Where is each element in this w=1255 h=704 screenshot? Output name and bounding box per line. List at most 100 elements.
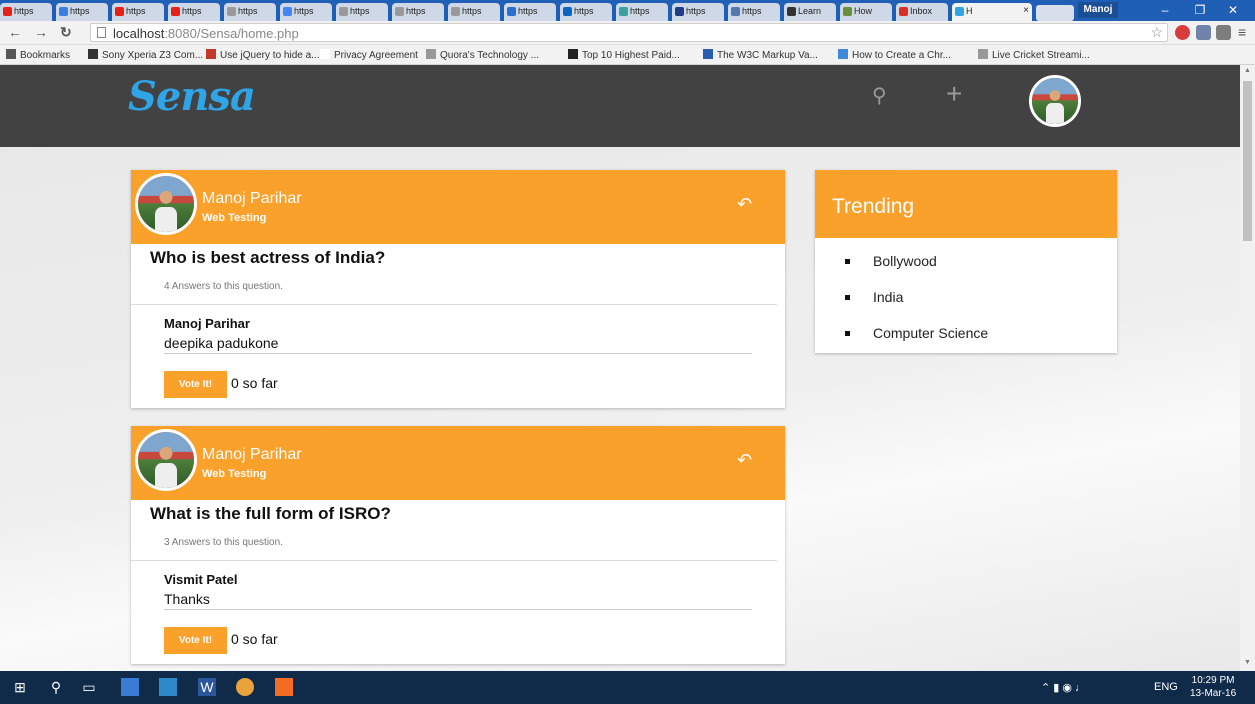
cs-icon bbox=[206, 49, 216, 59]
close-window-icon[interactable]: ✕ bbox=[1218, 2, 1248, 18]
browser-tab[interactable]: H × bbox=[952, 3, 1032, 21]
scrollbar-thumb[interactable] bbox=[1243, 81, 1252, 241]
sensa-logo[interactable]: Sensa bbox=[128, 73, 256, 120]
bookmark-item[interactable]: Sony Xperia Z3 Com... bbox=[88, 49, 203, 61]
vote-button[interactable]: Vote It! bbox=[164, 627, 227, 654]
minimize-icon[interactable]: – bbox=[1150, 2, 1180, 18]
vote-button[interactable]: Vote It! bbox=[164, 371, 227, 398]
google-icon bbox=[283, 7, 292, 16]
browser-tab[interactable]: https bbox=[504, 3, 556, 21]
tab-label: https bbox=[574, 6, 594, 16]
close-tab-icon[interactable]: × bbox=[1023, 5, 1029, 16]
scroll-down-icon[interactable]: ▼ bbox=[1244, 659, 1251, 666]
topic-label[interactable]: Web Testing bbox=[202, 212, 266, 224]
trending-item[interactable]: Computer Science bbox=[844, 325, 988, 341]
file-explorer-icon[interactable] bbox=[121, 678, 139, 696]
bookmark-star-icon[interactable]: ☆ bbox=[1150, 24, 1163, 41]
adblock-icon[interactable] bbox=[1175, 25, 1190, 40]
browser-tab[interactable]: https bbox=[336, 3, 388, 21]
tab-label: https bbox=[238, 6, 258, 16]
author-avatar[interactable] bbox=[135, 173, 197, 235]
tab-label: https bbox=[350, 6, 370, 16]
bookmark-item[interactable]: Quora's Technology ... bbox=[426, 49, 539, 61]
xampp-icon[interactable] bbox=[275, 678, 293, 696]
vote-count: 0 so far bbox=[231, 631, 278, 647]
forward-icon[interactable]: → bbox=[34, 24, 48, 40]
browser-tab-strip: https https https https https https https https… bbox=[0, 0, 1255, 21]
search-icon[interactable]: ⚲ bbox=[872, 83, 887, 108]
browser-tab[interactable]: https bbox=[224, 3, 276, 21]
restore-icon[interactable]: ❐ bbox=[1185, 2, 1215, 18]
answer-author: Vismit Patel bbox=[164, 572, 238, 587]
chrome-icon[interactable] bbox=[236, 678, 254, 696]
answer-text: Thanks bbox=[164, 591, 210, 607]
media-player-icon[interactable] bbox=[159, 678, 177, 696]
bookmark-label: Quora's Technology ... bbox=[440, 50, 540, 61]
browser-tab[interactable]: Inbox bbox=[896, 3, 948, 21]
browser-tab[interactable]: https bbox=[560, 3, 612, 21]
question-title[interactable]: What is the full form of ISRO? bbox=[150, 504, 391, 524]
browser-tab[interactable]: https bbox=[168, 3, 220, 21]
page-scrollbar[interactable]: ▲ ▼ bbox=[1240, 65, 1255, 671]
browser-tab[interactable]: https bbox=[448, 3, 500, 21]
tab-label: https bbox=[70, 6, 90, 16]
user-avatar[interactable] bbox=[1029, 75, 1081, 127]
page-icon bbox=[426, 49, 436, 59]
reload-icon[interactable]: ↻ bbox=[60, 24, 72, 41]
page-viewport: Sensa ⚲ + Manoj Parihar Web Testing ↶ Wh… bbox=[0, 65, 1240, 671]
reply-icon[interactable]: ↶ bbox=[737, 450, 752, 471]
author-name[interactable]: Manoj Parihar bbox=[202, 446, 302, 464]
address-toolbar: ← → ↻ localhost:8080/Sensa/home.php ☆ ≡ bbox=[0, 21, 1255, 45]
system-tray-icons[interactable]: ⌃ ▮ ◉ ♩ bbox=[1041, 681, 1086, 694]
bookmark-item[interactable]: The W3C Markup Va... bbox=[703, 49, 818, 61]
author-name[interactable]: Manoj Parihar bbox=[202, 190, 302, 208]
trending-item[interactable]: India bbox=[844, 289, 903, 305]
browser-tab[interactable]: https bbox=[0, 3, 52, 21]
bookmark-item[interactable]: Privacy Agreement bbox=[320, 49, 418, 61]
bookmark-label: Privacy Agreement bbox=[334, 50, 418, 61]
bookmark-item[interactable]: Use jQuery to hide a... bbox=[206, 49, 320, 61]
browser-tab[interactable]: https bbox=[112, 3, 164, 21]
browser-profile-button[interactable]: Manoj bbox=[1078, 2, 1118, 18]
new-tab-button[interactable] bbox=[1036, 5, 1074, 21]
search-icon[interactable]: ⚲ bbox=[47, 678, 65, 696]
browser-tab[interactable]: https bbox=[56, 3, 108, 21]
extension-icon[interactable] bbox=[1196, 25, 1211, 40]
card-header: Manoj Parihar Web Testing ↶ bbox=[131, 426, 785, 500]
bookmark-item[interactable]: Bookmarks bbox=[6, 49, 70, 61]
star-icon bbox=[6, 49, 16, 59]
author-avatar[interactable] bbox=[135, 429, 197, 491]
browser-tab[interactable]: https bbox=[392, 3, 444, 21]
task-view-icon[interactable]: ▭ bbox=[80, 678, 98, 696]
bookmark-item[interactable]: How to Create a Chr... bbox=[838, 49, 951, 61]
question-card: Manoj Parihar Web Testing ↶ Who is best … bbox=[131, 170, 785, 408]
scroll-up-icon[interactable]: ▲ bbox=[1244, 67, 1251, 74]
language-indicator[interactable]: ENG bbox=[1154, 681, 1178, 693]
tab-label: H bbox=[966, 6, 973, 16]
browser-tab[interactable]: Learn bbox=[784, 3, 836, 21]
browser-tab[interactable]: https bbox=[672, 3, 724, 21]
menu-icon[interactable]: ≡ bbox=[1238, 24, 1246, 40]
trending-item[interactable]: Bollywood bbox=[845, 253, 937, 269]
browser-tab[interactable]: How bbox=[840, 3, 892, 21]
reply-icon[interactable]: ↶ bbox=[737, 194, 752, 215]
back-icon[interactable]: ← bbox=[8, 24, 22, 40]
browser-tab[interactable]: https bbox=[280, 3, 332, 21]
browser-tab[interactable]: https bbox=[616, 3, 668, 21]
page-icon bbox=[339, 7, 348, 16]
page-icon bbox=[227, 7, 236, 16]
phone-icon bbox=[88, 49, 98, 59]
question-title[interactable]: Who is best actress of India? bbox=[150, 248, 385, 268]
topic-label[interactable]: Web Testing bbox=[202, 468, 266, 480]
puzzle-icon[interactable] bbox=[1216, 25, 1231, 40]
clock[interactable]: 10:29 PM 13-Mar-16 bbox=[1190, 674, 1236, 700]
browser-tab[interactable]: https bbox=[728, 3, 780, 21]
address-bar[interactable]: localhost:8080/Sensa/home.php ☆ bbox=[90, 23, 1168, 42]
feather-icon bbox=[731, 7, 740, 16]
windows-start-icon[interactable]: ⊞ bbox=[11, 678, 29, 696]
add-question-icon[interactable]: + bbox=[946, 78, 962, 110]
bookmark-item[interactable]: Top 10 Highest Paid... bbox=[568, 49, 680, 61]
word-icon[interactable]: W bbox=[198, 678, 216, 696]
tab-label: https bbox=[518, 6, 538, 16]
bookmark-item[interactable]: Live Cricket Streami... bbox=[978, 49, 1090, 61]
